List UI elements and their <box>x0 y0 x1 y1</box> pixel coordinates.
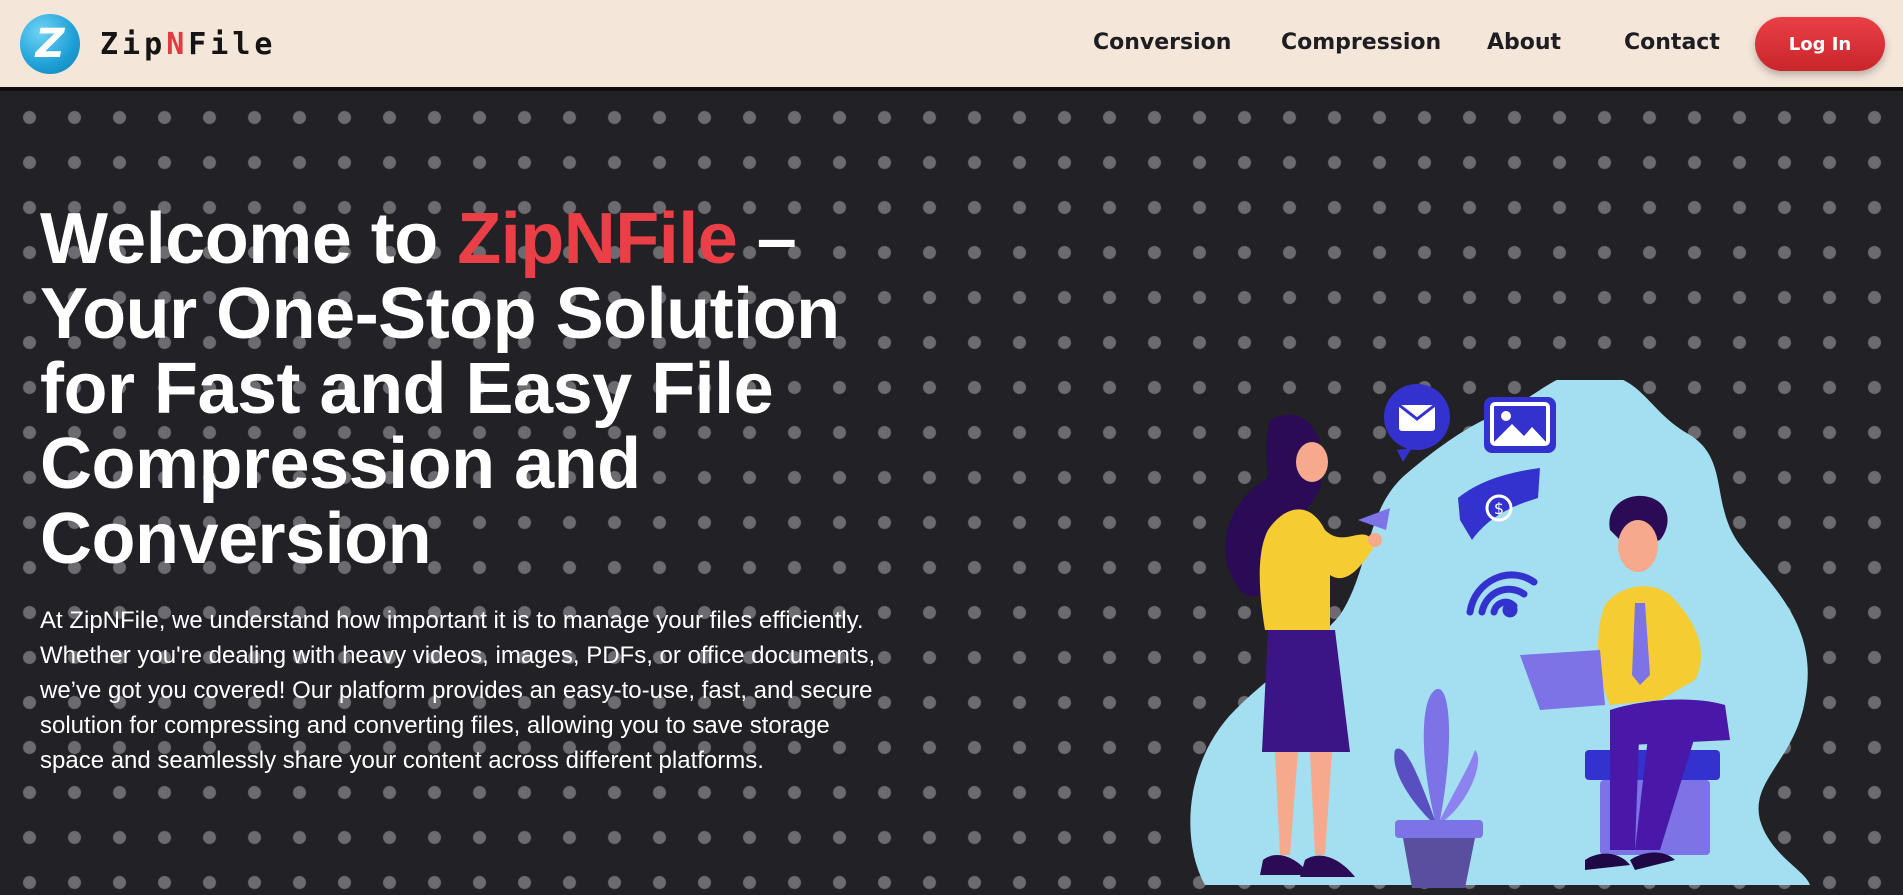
hero-title-prefix: Welcome to <box>40 199 458 279</box>
hero-description: At ZipNFile, we understand how important… <box>40 607 876 774</box>
nav-link-compression[interactable]: Compression <box>1281 30 1441 55</box>
nav-link-contact[interactable]: Contact <box>1624 30 1720 55</box>
nav-link-conversion[interactable]: Conversion <box>1093 30 1231 55</box>
hero-title-brand: ZipNFile <box>457 199 738 279</box>
hero-section: Welcome to ZipNFile – Your One-Stop Solu… <box>0 95 1903 890</box>
main-nav: Conversion Compression About Contact <box>0 30 1903 60</box>
nav-link-about[interactable]: About <box>1487 30 1561 55</box>
image-icon <box>1484 397 1556 453</box>
svg-text:$: $ <box>1494 499 1504 518</box>
top-navbar: Z ZipNFile Conversion Compression About … <box>0 0 1903 91</box>
login-button[interactable]: Log In <box>1755 17 1885 71</box>
hero-illustration: $ <box>1190 380 1810 888</box>
hero-title: Welcome to ZipNFile – Your One-Stop Solu… <box>40 202 920 577</box>
